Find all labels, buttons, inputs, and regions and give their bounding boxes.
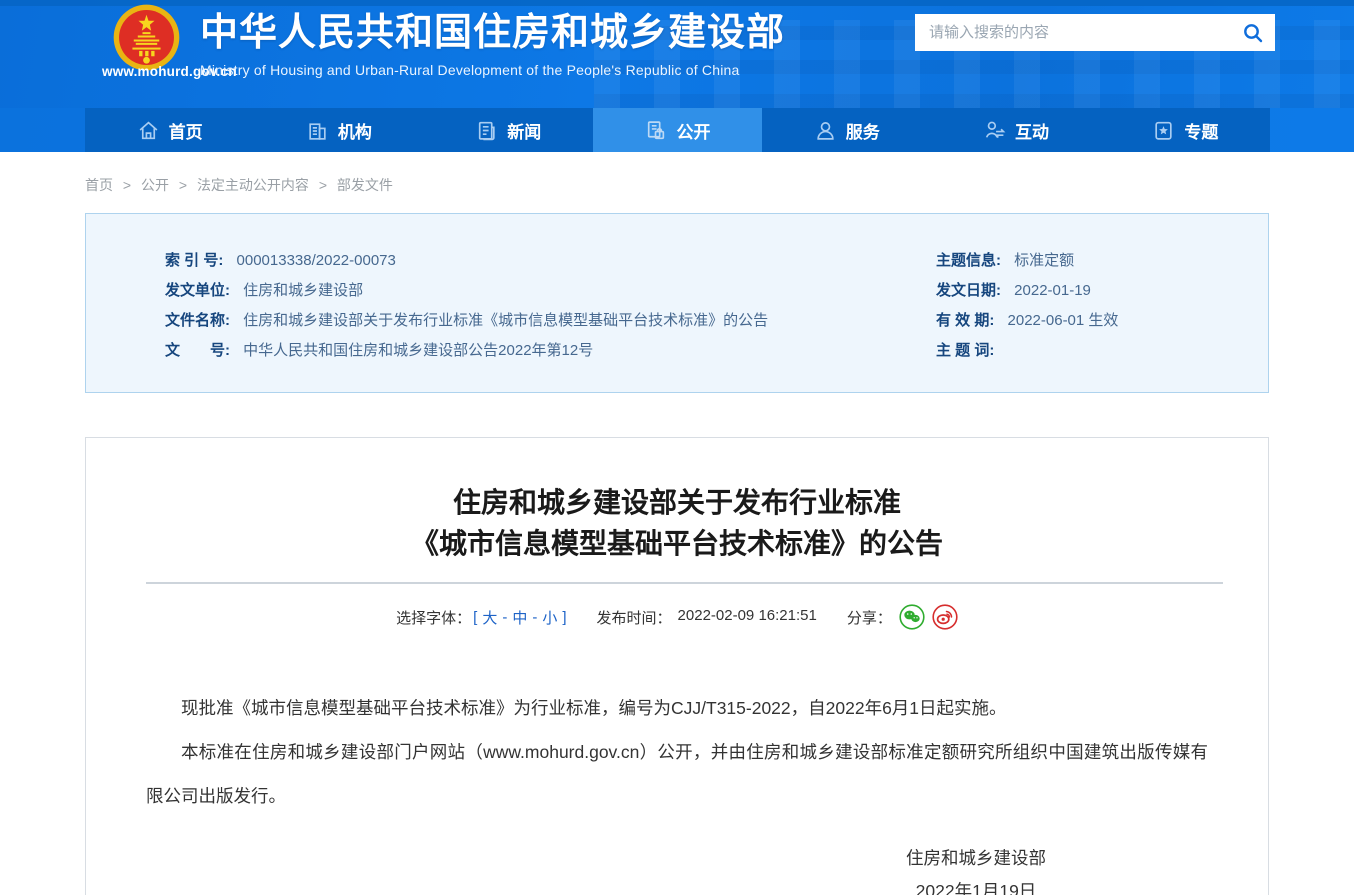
meta-row-keywords: 主 题 词: xyxy=(936,336,1258,366)
nav-item-interaction[interactable]: 互动 xyxy=(931,108,1100,152)
nav-item-services[interactable]: 服务 xyxy=(762,108,931,152)
nav-label: 新闻 xyxy=(507,118,541,143)
national-emblem-icon xyxy=(113,4,180,71)
meta-row-effective-date: 有 效 期: 2022-06-01 生效 xyxy=(936,306,1258,336)
meta-row-index-number: 索 引 号: 000013338/2022-00073 xyxy=(165,246,936,276)
share-label: 分享： xyxy=(847,607,892,628)
nav-item-org[interactable]: 机构 xyxy=(254,108,423,152)
nav-label: 互动 xyxy=(1015,118,1049,143)
font-size-large-button[interactable]: 大 xyxy=(479,607,500,628)
font-size-medium-button[interactable]: 中 xyxy=(509,607,530,628)
meta-label: 文 号: xyxy=(165,342,230,359)
search-icon xyxy=(1242,22,1264,44)
meta-label: 发文单位: xyxy=(165,282,230,299)
meta-label: 发文日期: xyxy=(936,282,1001,299)
breadcrumb-statutory-content[interactable]: 法定主动公开内容 xyxy=(197,177,309,193)
meta-label: 文件名称: xyxy=(165,312,230,329)
breadcrumb-separator: > xyxy=(319,177,327,193)
search-button[interactable] xyxy=(1231,14,1275,51)
font-size-small-button[interactable]: 小 xyxy=(539,607,560,628)
publish-time-value: 2022-02-09 16:21:51 xyxy=(678,607,817,628)
font-size-separator: - xyxy=(532,609,537,626)
nav-label: 机构 xyxy=(338,118,372,143)
article-paragraph-1: 现批准《城市信息模型基础平台技术标准》为行业标准，编号为CJJ/T315-202… xyxy=(146,686,1208,730)
article-title-line2: 《城市信息模型基础平台技术标准》的公告 xyxy=(86,523,1268,564)
person-icon xyxy=(814,119,837,142)
search-input[interactable] xyxy=(915,24,1231,41)
breadcrumb-separator: > xyxy=(123,177,131,193)
nav-label: 公开 xyxy=(676,118,710,143)
breadcrumb: 首页 > 公开 > 法定主动公开内容 > 部发文件 xyxy=(85,152,1269,213)
home-icon xyxy=(137,119,160,142)
nav-label: 首页 xyxy=(169,118,203,143)
meta-value: 住房和城乡建设部关于发布行业标准《城市信息模型基础平台技术标准》的公告 xyxy=(243,312,768,329)
publish-time: 发布时间： 2022-02-09 16:21:51 xyxy=(597,607,817,628)
meta-row-document-name: 文件名称: 住房和城乡建设部关于发布行业标准《城市信息模型基础平台技术标准》的公… xyxy=(165,306,936,336)
main-nav: 首页 机构 新闻 xyxy=(0,108,1354,152)
star-badge-icon xyxy=(1152,119,1175,142)
document-lock-icon xyxy=(644,119,667,142)
meta-label: 主题信息: xyxy=(936,252,1001,269)
article-title: 住房和城乡建设部关于发布行业标准 《城市信息模型基础平台技术标准》的公告 xyxy=(86,482,1268,564)
breadcrumb-ministry-documents[interactable]: 部发文件 xyxy=(337,177,393,193)
building-icon xyxy=(306,119,329,142)
bracket-close: ] xyxy=(562,609,566,626)
nav-item-home[interactable]: 首页 xyxy=(85,108,254,152)
article-card: 住房和城乡建设部关于发布行业标准 《城市信息模型基础平台技术标准》的公告 选择字… xyxy=(85,437,1269,895)
bracket-open: [ xyxy=(473,609,477,626)
meta-value: 2022-01-19 xyxy=(1014,282,1091,299)
meta-value: 2022-06-01 生效 xyxy=(1008,312,1119,329)
meta-label: 主 题 词: xyxy=(936,342,994,359)
site-title: 中华人民共和国住房和城乡建设部 xyxy=(200,8,785,58)
article-info-row: 选择字体： [ 大 - 中 - 小 ] 发布时间： 2022-02-09 16:… xyxy=(86,604,1268,630)
signature-date: 2022年1月19日 xyxy=(846,875,1106,895)
meta-row-issue-date: 发文日期: 2022-01-19 xyxy=(936,276,1258,306)
meta-value: 中华人民共和国住房和城乡建设部公告2022年第12号 xyxy=(243,342,593,359)
site-subtitle: Ministry of Housing and Urban-Rural Deve… xyxy=(200,62,785,78)
meta-value: 住房和城乡建设部 xyxy=(243,282,363,299)
meta-row-document-number: 文 号: 中华人民共和国住房和城乡建设部公告2022年第12号 xyxy=(165,336,936,366)
breadcrumb-public[interactable]: 公开 xyxy=(141,177,169,193)
meta-value: 000013338/2022-00073 xyxy=(237,252,396,269)
nav-item-news[interactable]: 新闻 xyxy=(424,108,593,152)
meta-row-topic-info: 主题信息: 标准定额 xyxy=(936,246,1258,276)
search-box xyxy=(915,14,1275,51)
signature-organization: 住房和城乡建设部 xyxy=(846,842,1106,875)
wechat-share-icon[interactable] xyxy=(899,604,925,630)
font-size-separator: - xyxy=(502,609,507,626)
meta-row-issuing-unit: 发文单位: 住房和城乡建设部 xyxy=(165,276,936,306)
article-title-line1: 住房和城乡建设部关于发布行业标准 xyxy=(86,482,1268,523)
meta-label: 索 引 号: xyxy=(165,252,223,269)
nav-label: 专题 xyxy=(1184,118,1218,143)
share-controls: 分享： xyxy=(847,604,958,630)
font-size-label: 选择字体： xyxy=(396,607,471,628)
site-header: www.mohurd.gov.cn 中华人民共和国住房和城乡建设部 Minist… xyxy=(0,0,1354,152)
nav-item-public-disclosure[interactable]: 公开 xyxy=(593,108,762,152)
publish-time-label: 发布时间： xyxy=(597,607,672,628)
meta-label: 有 效 期: xyxy=(936,312,994,329)
title-divider xyxy=(146,582,1223,584)
person-arrows-icon xyxy=(983,119,1006,142)
breadcrumb-home[interactable]: 首页 xyxy=(85,177,113,193)
nav-label: 服务 xyxy=(846,118,880,143)
nav-item-topics[interactable]: 专题 xyxy=(1101,108,1270,152)
article-signature: 住房和城乡建设部 2022年1月19日 xyxy=(846,842,1106,895)
meta-value: 标准定额 xyxy=(1014,252,1074,269)
article-body: 现批准《城市信息模型基础平台技术标准》为行业标准，编号为CJJ/T315-202… xyxy=(146,686,1208,818)
breadcrumb-separator: > xyxy=(179,177,187,193)
weibo-share-icon[interactable] xyxy=(932,604,958,630)
font-size-selector: 选择字体： [ 大 - 中 - 小 ] xyxy=(396,607,566,628)
article-paragraph-2: 本标准在住房和城乡建设部门户网站（www.mohurd.gov.cn）公开，并由… xyxy=(146,730,1208,818)
news-icon xyxy=(475,119,498,142)
document-meta-box: 索 引 号: 000013338/2022-00073 发文单位: 住房和城乡建… xyxy=(85,213,1269,393)
